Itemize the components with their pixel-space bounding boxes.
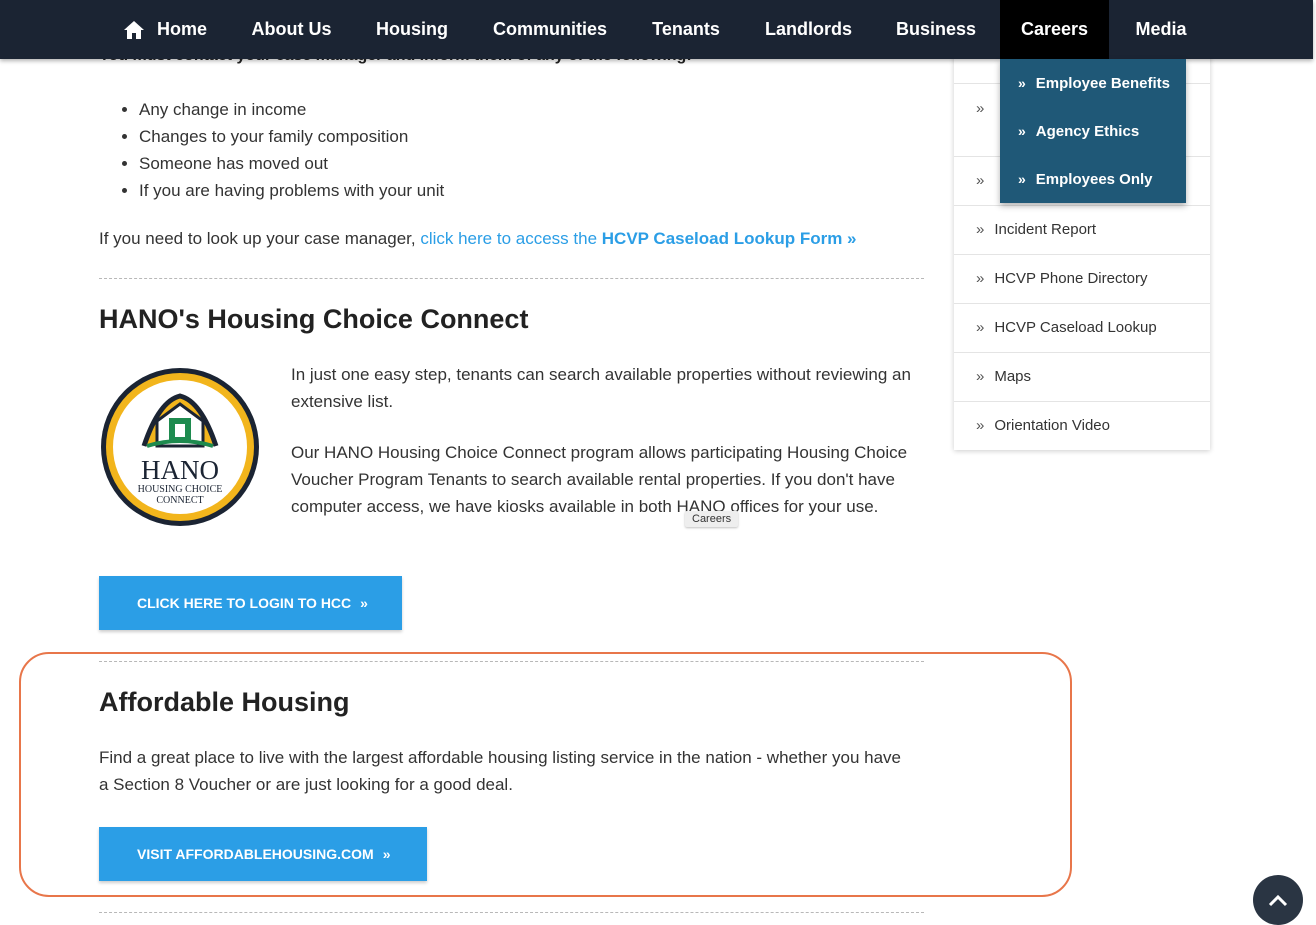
nav-tenants[interactable]: Tenants xyxy=(638,0,734,59)
home-icon xyxy=(123,20,144,39)
dropdown-item-employee-benefits[interactable]: » Employee Benefits xyxy=(1000,59,1186,107)
divider xyxy=(99,912,924,913)
nav-media[interactable]: Media xyxy=(1120,0,1202,59)
list-item: If you are having problems with your uni… xyxy=(139,177,444,204)
sidebar-item-maps[interactable]: » Maps xyxy=(954,353,1210,402)
divider xyxy=(99,661,924,662)
dropdown-item-agency-ethics[interactable]: » Agency Ethics xyxy=(1000,107,1186,155)
sidebar-item-caseload-lookup[interactable]: » HCVP Caseload Lookup xyxy=(954,304,1210,353)
lookup-paragraph: If you need to look up your case manager… xyxy=(99,229,857,249)
list-item: Someone has moved out xyxy=(139,150,444,177)
svg-text:CONNECT: CONNECT xyxy=(156,495,203,506)
login-hcc-button[interactable]: CLICK HERE TO LOGIN TO HCC» xyxy=(99,576,402,630)
sidebar-item-phone-directory[interactable]: » HCVP Phone Directory xyxy=(954,255,1210,304)
list-item: Changes to your family composition xyxy=(139,123,444,150)
chevron-right-icon: » xyxy=(1018,75,1026,91)
chevron-right-icon: » xyxy=(976,172,985,189)
chevron-right-icon: » xyxy=(976,417,985,434)
nav-business[interactable]: Business xyxy=(883,0,989,59)
nav-careers[interactable]: Careers xyxy=(1000,0,1109,59)
svg-text:HOUSING CHOICE: HOUSING CHOICE xyxy=(138,484,223,495)
nav-landlords[interactable]: Landlords xyxy=(752,0,865,59)
chevron-right-icon: » xyxy=(360,595,368,611)
main-nav: Home About Us Housing Communities Tenant… xyxy=(0,0,1313,59)
chevron-right-icon: » xyxy=(1018,123,1026,139)
affordable-text: Find a great place to live with the larg… xyxy=(99,748,901,794)
scroll-to-top-button[interactable] xyxy=(1253,875,1303,925)
chevron-right-icon: » xyxy=(976,319,985,336)
list-item: Any change in income xyxy=(139,96,444,123)
affordable-title: Affordable Housing xyxy=(99,687,350,717)
careers-dropdown: » Employee Benefits » Agency Ethics » Emplo… xyxy=(1000,59,1186,203)
sidebar-item-orientation-video[interactable]: » Orientation Video xyxy=(954,402,1210,450)
chevron-right-icon: » xyxy=(1018,171,1026,187)
chevron-right-icon: » xyxy=(976,270,985,287)
careers-tooltip: Careers xyxy=(685,511,739,527)
caseload-lookup-link[interactable]: click here to access the HCVP Caseload L… xyxy=(420,229,856,248)
lookup-prefix: If you need to look up your case manager… xyxy=(99,229,416,248)
chevron-right-icon: » xyxy=(382,846,391,862)
chevron-right-icon: » xyxy=(976,368,985,385)
chevron-up-icon xyxy=(1268,894,1288,907)
nav-about-us[interactable]: About Us xyxy=(238,0,345,59)
nav-home[interactable]: Home xyxy=(110,0,220,59)
chevron-right-icon: » xyxy=(976,100,985,117)
hcc-description: Our HANO Housing Choice Connect program … xyxy=(291,443,908,516)
nav-communities[interactable]: Communities xyxy=(480,0,620,59)
visit-affordablehousing-button[interactable]: VISIT AFFORDABLEHOUSING.COM» xyxy=(99,827,427,881)
logo-wordmark: HANO xyxy=(141,455,219,485)
sidebar-item-incident-report[interactable]: » Incident Report xyxy=(954,206,1210,255)
dropdown-item-employees-only[interactable]: » Employees Only xyxy=(1000,155,1186,203)
divider xyxy=(99,278,924,279)
nav-housing[interactable]: Housing xyxy=(362,0,462,59)
chevron-right-icon: » xyxy=(976,221,985,238)
hano-hcc-logo: HANO HOUSING CHOICE CONNECT xyxy=(99,366,261,528)
changes-list: Any change in income Changes to your fam… xyxy=(99,96,444,204)
hcc-intro: In just one easy step, tenants can searc… xyxy=(291,365,911,411)
hcc-title: HANO's Housing Choice Connect xyxy=(99,304,529,334)
